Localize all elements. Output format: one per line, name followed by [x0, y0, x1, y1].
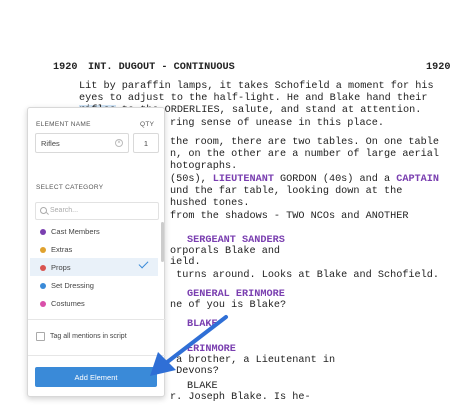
- annotation-arrow-icon: [150, 315, 228, 376]
